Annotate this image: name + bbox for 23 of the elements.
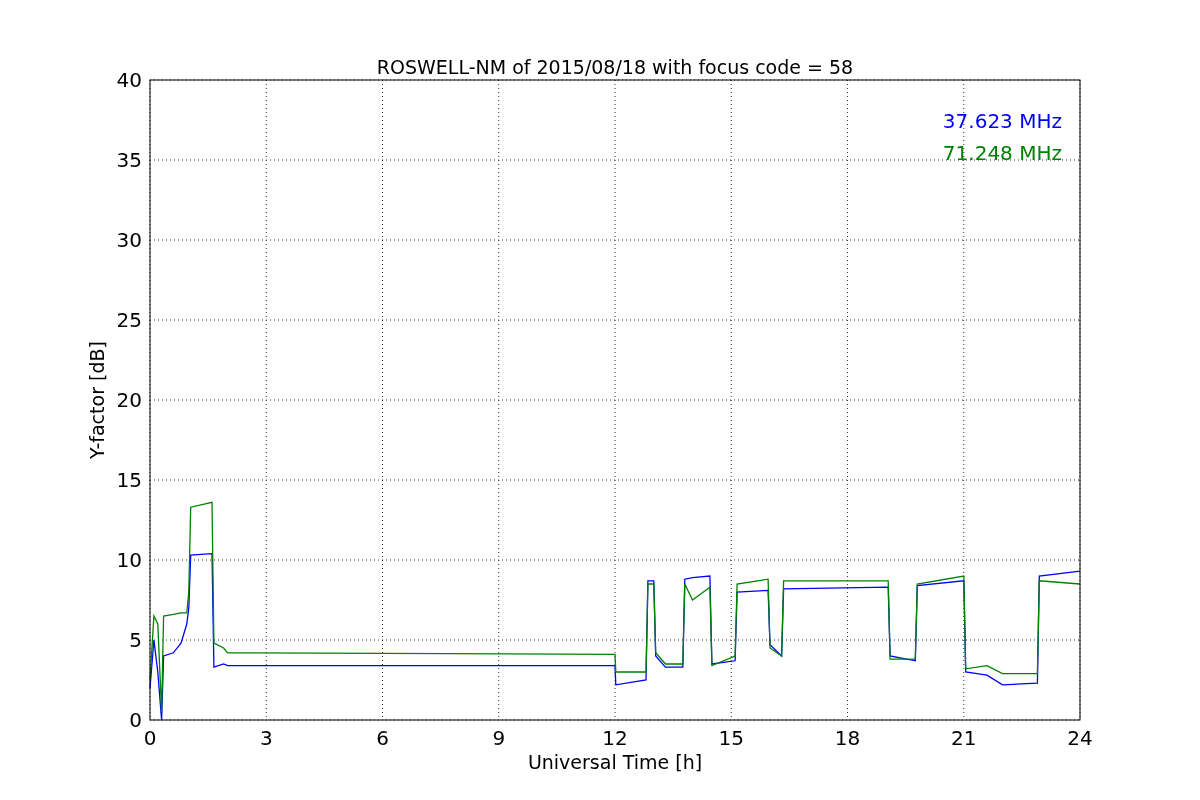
- legend-label: 37.623 MHz: [942, 109, 1062, 133]
- y-tick-label: 25: [116, 308, 142, 332]
- chart-title: ROSWELL-NM of 2015/08/18 with focus code = 58: [376, 56, 854, 78]
- x-tick-label: 24: [1067, 726, 1093, 750]
- y-tick-label: 15: [116, 468, 142, 492]
- x-tick-label: 9: [492, 726, 506, 750]
- y-tick-label: 20: [116, 388, 142, 412]
- x-axis-label: Universal Time [h]: [527, 751, 703, 773]
- x-tick-label: 18: [834, 726, 861, 750]
- y-tick-label: 5: [129, 628, 142, 652]
- x-tick-label: 6: [376, 726, 389, 750]
- x-tick-label: 21: [951, 726, 977, 750]
- y-tick-label: 0: [129, 708, 142, 732]
- y-tick-label: 10: [116, 548, 142, 572]
- y-axis-label: Y-factor [dB]: [86, 341, 108, 459]
- y-tick-label: 40: [116, 68, 142, 92]
- y-tick-label: 30: [116, 228, 142, 252]
- x-tick-label: 12: [602, 726, 628, 750]
- x-tick-label: 3: [259, 726, 273, 750]
- x-tick-label: 15: [718, 726, 744, 750]
- legend-label: 71.248 MHz: [942, 141, 1062, 165]
- y-tick-label: 35: [116, 148, 142, 172]
- x-tick-label: 0: [143, 726, 157, 750]
